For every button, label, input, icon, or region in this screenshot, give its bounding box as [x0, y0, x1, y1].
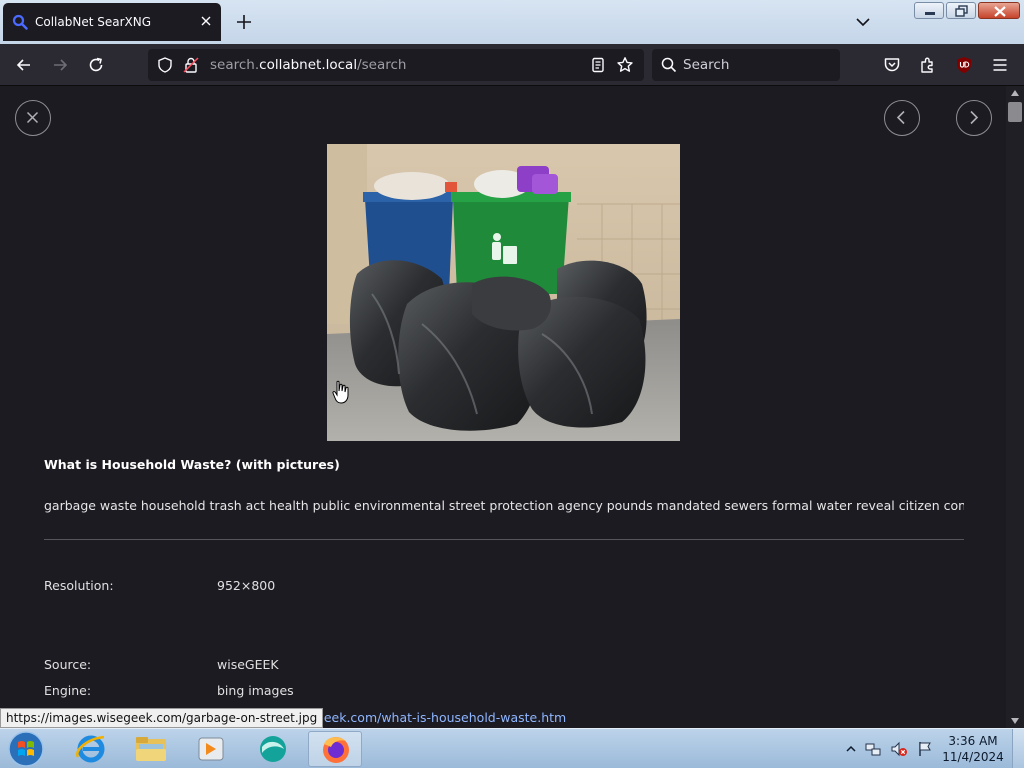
result-image[interactable] — [327, 144, 680, 441]
scroll-thumb[interactable] — [1008, 102, 1022, 122]
search-icon — [661, 57, 677, 73]
chevron-right-icon — [970, 110, 979, 125]
source-label: Source: — [44, 657, 92, 672]
reload-icon[interactable] — [86, 55, 106, 75]
url-path: /search — [357, 57, 407, 73]
searxng-favicon-icon — [12, 14, 28, 30]
url-host: collabnet.local — [259, 57, 358, 73]
media-player-icon — [198, 737, 224, 761]
address-bar[interactable]: search.collabnet.local/search — [148, 49, 644, 81]
clock-time: 3:36 AM — [948, 734, 998, 748]
network-icon[interactable] — [864, 740, 882, 758]
taskbar-media-player[interactable] — [184, 731, 238, 767]
close-detail-button[interactable] — [15, 100, 51, 136]
folder-icon — [136, 737, 166, 761]
chevron-left-icon — [896, 110, 905, 125]
globe-app-icon — [260, 736, 286, 762]
insecure-lock-icon[interactable] — [182, 56, 200, 74]
search-bar[interactable]: Search — [652, 49, 840, 81]
forward-arrow-icon[interactable] — [50, 55, 70, 75]
extensions-puzzle-icon[interactable] — [918, 55, 938, 75]
browser-tab[interactable]: CollabNet SearXNG — [3, 3, 221, 41]
shield-icon[interactable] — [156, 56, 174, 74]
taskbar-network-app[interactable] — [246, 731, 300, 767]
close-tab-icon[interactable] — [199, 14, 213, 28]
url-text[interactable]: search.collabnet.local/search — [210, 57, 406, 73]
hand-cursor-icon — [332, 380, 349, 404]
minimize-icon — [925, 12, 935, 15]
restore-button[interactable] — [946, 2, 976, 19]
reader-view-icon[interactable] — [589, 56, 607, 74]
taskbar-internet-explorer[interactable] — [64, 731, 118, 767]
hamburger-menu-icon[interactable] — [990, 55, 1010, 75]
ublock-origin-icon[interactable] — [954, 55, 974, 75]
firefox-icon — [323, 737, 349, 763]
engine-label: Engine: — [44, 683, 92, 698]
navigation-toolbar: search.collabnet.local/search Search — [0, 44, 1024, 86]
new-tab-icon[interactable] — [234, 12, 254, 32]
garbage-bags-photo — [327, 144, 680, 441]
window-controls — [914, 2, 1020, 19]
restore-icon — [955, 5, 968, 17]
tray-expand-arrow-icon[interactable] — [846, 744, 856, 754]
page-link[interactable]: wisegeek.com/what-is-household-waste.htm — [288, 710, 566, 725]
resolution-value: 952×800 — [217, 578, 276, 593]
source-value: wiseGEEK — [217, 657, 279, 672]
scroll-up-arrow-icon[interactable] — [1010, 89, 1020, 97]
close-icon — [26, 111, 39, 124]
internet-explorer-icon — [76, 735, 105, 763]
resolution-label: Resolution: — [44, 578, 114, 593]
next-image-button[interactable] — [956, 100, 992, 136]
tab-title: CollabNet SearXNG — [35, 15, 152, 29]
close-icon — [994, 6, 1006, 17]
taskbar-file-explorer[interactable] — [124, 731, 178, 767]
vertical-scrollbar[interactable] — [1006, 86, 1024, 728]
engine-value: bing images — [217, 683, 294, 698]
chevron-down-icon[interactable] — [854, 13, 872, 31]
back-arrow-icon[interactable] — [14, 55, 34, 75]
action-center-flag-icon[interactable] — [916, 740, 934, 758]
search-input[interactable]: Search — [683, 57, 729, 73]
title-bar: CollabNet SearXNG — [0, 0, 1024, 44]
speaker-muted-icon[interactable] — [890, 740, 908, 758]
url-prefix: search. — [210, 57, 260, 73]
clock-date: 11/4/2024 — [942, 750, 1004, 764]
scroll-down-arrow-icon[interactable] — [1010, 717, 1020, 725]
previous-image-button[interactable] — [884, 100, 920, 136]
close-window-button[interactable] — [978, 2, 1020, 19]
taskbar-clock[interactable]: 3:36 AM 11/4/2024 — [934, 733, 1012, 765]
windows-taskbar: 3:36 AM 11/4/2024 — [0, 728, 1024, 768]
divider — [44, 539, 964, 540]
status-url-tooltip: https://images.wisegeek.com/garbage-on-s… — [0, 708, 324, 728]
taskbar-firefox[interactable] — [308, 731, 362, 767]
system-tray — [846, 739, 934, 759]
result-title: What is Household Waste? (with pictures) — [44, 457, 340, 472]
bookmark-star-icon[interactable] — [616, 56, 634, 74]
show-desktop-button[interactable] — [1012, 729, 1024, 768]
minimize-button[interactable] — [914, 2, 944, 19]
page-content: What is Household Waste? (with pictures)… — [0, 86, 1006, 728]
pocket-icon[interactable] — [882, 55, 902, 75]
result-description: garbage waste household trash act health… — [44, 498, 964, 513]
windows-start-icon[interactable] — [6, 730, 46, 768]
